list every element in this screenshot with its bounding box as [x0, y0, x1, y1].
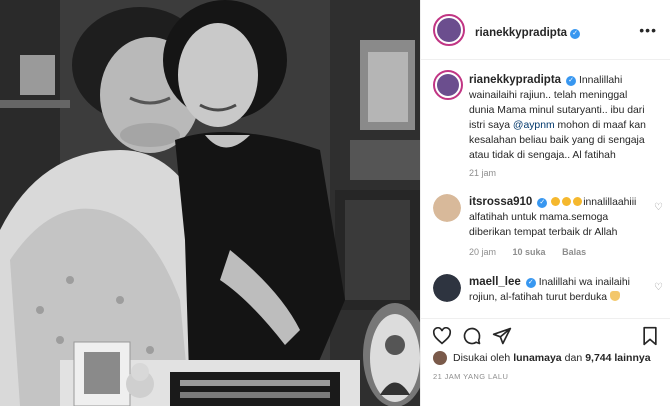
- author-name-row: rianekkypradipta ✓: [475, 23, 581, 41]
- post-time-ago[interactable]: 21 JAM YANG LALU: [433, 372, 508, 381]
- comment-time[interactable]: 20 jam: [469, 247, 496, 257]
- comment-item: itsrossa910 ✓ innalillaahiii alfatihah un…: [421, 190, 670, 262]
- comment-like-heart-icon[interactable]: ♡: [654, 282, 663, 293]
- commenter-avatar[interactable]: [433, 274, 461, 302]
- heart-icon[interactable]: [431, 325, 453, 347]
- bookmark-icon[interactable]: [639, 325, 661, 347]
- share-icon[interactable]: [491, 325, 513, 347]
- caption: rianekkypradipta ✓ Innalillahi wainailaih…: [421, 60, 670, 185]
- more-icon[interactable]: •••: [639, 22, 657, 38]
- comment-item: maell_lee ✓ Inalillahi wa inailaihi rojiu…: [421, 270, 670, 315]
- post-side-panel: rianekkypradipta ✓ ••• rianekkypradipta ✓ …: [420, 0, 670, 406]
- comment-meta: 20 jam 10 suka Balas: [469, 247, 600, 257]
- liker-username[interactable]: lunamaya: [513, 352, 561, 364]
- post-photo[interactable]: [0, 0, 420, 406]
- verified-icon: ✓: [525, 278, 536, 288]
- caption-mention-link[interactable]: @aypnm: [513, 120, 555, 131]
- likes-count[interactable]: 9,744 lainnya: [585, 352, 650, 364]
- post-photo-image: [0, 0, 420, 406]
- comment-text: maell_lee ✓ Inalillahi wa inailaihi rojiu…: [469, 275, 653, 305]
- action-bar: [421, 318, 670, 350]
- praying-hands-icon: [609, 291, 620, 301]
- author-username[interactable]: rianekkypradipta: [475, 27, 567, 39]
- comment-text: itsrossa910 ✓ innalillaahiii alfatihah un…: [469, 195, 653, 240]
- reply-button[interactable]: Balas: [562, 247, 586, 257]
- comment-username[interactable]: maell_lee: [469, 276, 521, 288]
- caption-username[interactable]: rianekkypradipta: [469, 74, 561, 86]
- comment-icon[interactable]: [461, 325, 483, 347]
- verified-icon: ✓: [537, 198, 548, 208]
- comment-like-heart-icon[interactable]: ♡: [654, 202, 663, 213]
- comment-username[interactable]: itsrossa910: [469, 196, 532, 208]
- likes-connector: dan: [564, 352, 583, 364]
- verified-icon: ✓: [566, 76, 577, 86]
- caption-text: rianekkypradipta ✓ Innalillahi wainailaih…: [469, 73, 653, 163]
- comment-likes[interactable]: 10 suka: [513, 247, 546, 257]
- likes-prefix: Disukai oleh: [453, 352, 511, 364]
- liker-avatar[interactable]: [433, 351, 447, 365]
- verified-icon: ✓: [570, 29, 581, 39]
- author-avatar[interactable]: [433, 14, 465, 46]
- likes-summary: Disukai oleh lunamaya dan 9,744 lainnya: [433, 351, 654, 365]
- commenter-avatar[interactable]: [433, 194, 461, 222]
- crying-emoji-icon: [573, 197, 583, 206]
- caption-avatar[interactable]: [433, 70, 463, 100]
- post-header: rianekkypradipta ✓ •••: [421, 0, 670, 60]
- crying-emoji-icon: [551, 197, 561, 206]
- caption-time[interactable]: 21 jam: [469, 168, 496, 178]
- caption-meta: 21 jam: [469, 168, 510, 178]
- crying-emoji-icon: [562, 197, 572, 206]
